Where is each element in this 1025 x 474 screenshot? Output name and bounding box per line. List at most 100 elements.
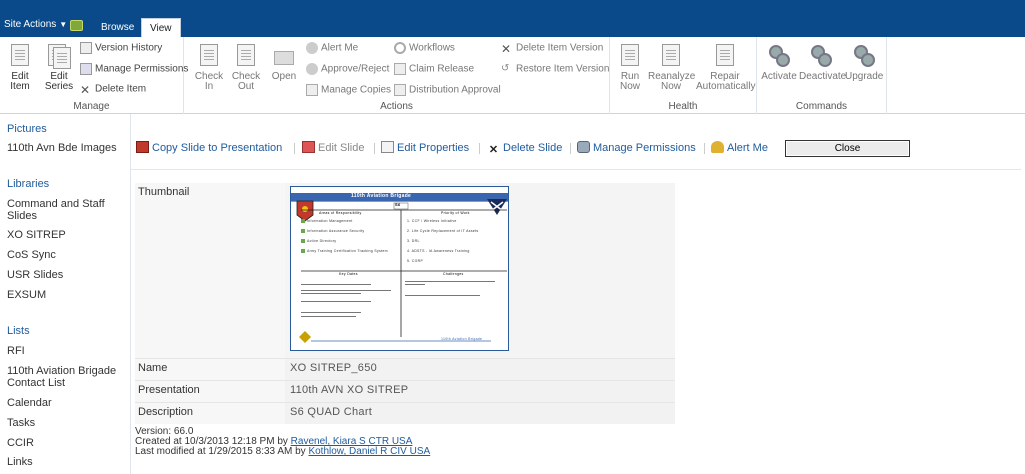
site-actions-label: Site Actions [4, 19, 57, 30]
nav-item-contact-list[interactable]: 110th Aviation Brigade Contact List [7, 365, 129, 389]
chevron-down-icon: ▼ [59, 20, 68, 29]
nav-item-calendar[interactable]: Calendar [7, 397, 129, 409]
run-now-button[interactable]: Run Now [616, 43, 644, 92]
thumbnail-label: Thumbnail [135, 183, 285, 358]
edit-properties-button[interactable]: Edit Properties [381, 140, 469, 156]
nav-item-cos-sync[interactable]: CoS Sync [7, 249, 129, 261]
copy-slide-label: Copy Slide to Presentation [152, 142, 283, 154]
deactivate-gear-icon [809, 43, 833, 69]
nav-item-ccir[interactable]: CCIR [7, 437, 129, 449]
delete-slide-button[interactable]: ✕ Delete Slide [487, 140, 562, 156]
repair-label-2: Automatically [696, 81, 756, 92]
site-actions-menu[interactable]: Site Actions ▼ [4, 19, 67, 30]
navigate-up-icon[interactable] [70, 20, 83, 31]
nav-item-usr-slides[interactable]: USR Slides [7, 269, 129, 281]
reanalyze-now-label-2: Now [660, 81, 681, 92]
quick-launch: Pictures 110th Avn Bde Images Libraries … [0, 114, 130, 474]
alert-me-button[interactable]: Alert Me [711, 140, 768, 156]
name-label: Name [135, 359, 285, 380]
slide-footer: 110th Aviation Brigade [441, 337, 483, 341]
restore-icon: ↺ [501, 63, 510, 74]
deactivate-button[interactable]: Deactivate [799, 43, 846, 82]
nav-item-links[interactable]: Links [7, 456, 129, 468]
description-row: Description S6 QUAD Chart [135, 402, 675, 424]
delete-item-version-button[interactable]: ✕ Delete Item Version [501, 42, 603, 56]
check-in-button[interactable]: Check In [194, 43, 224, 92]
toolbar-divider [704, 143, 705, 154]
bell-icon [306, 42, 318, 54]
nav-heading-lists[interactable]: Lists [7, 325, 30, 337]
approve-reject-button[interactable]: Approve/Reject [306, 63, 389, 75]
claim-release-button[interactable]: Claim Release [394, 63, 474, 75]
activate-button[interactable]: Activate [761, 43, 797, 82]
modified-text: Last modified at 1/29/2015 8:33 AM by [135, 446, 306, 457]
nav-item-command-staff-slides[interactable]: Command and Staff Slides [7, 198, 129, 222]
manage-permissions-toolbar-button[interactable]: Manage Permissions [577, 140, 696, 156]
tab-view[interactable]: View [141, 18, 181, 37]
manage-permissions-button[interactable]: Manage Permissions [80, 63, 188, 75]
description-label: Description [135, 403, 285, 424]
restore-item-version-button[interactable]: ↺ Restore Item Version [501, 63, 609, 75]
nav-item-rfi[interactable]: RFI [7, 345, 129, 357]
copy-slide-icon [136, 141, 149, 153]
slide-q1-item: Active Directory [307, 239, 337, 243]
check-out-icon [234, 43, 258, 69]
group-label-manage: Manage [73, 101, 110, 112]
toolbar-divider [374, 143, 375, 154]
main-content: Copy Slide to Presentation Edit Slide Ed… [130, 114, 1025, 474]
nav-heading-libraries[interactable]: Libraries [7, 178, 49, 190]
version-history-button[interactable]: Version History [80, 42, 162, 54]
delete-version-icon: ✕ [501, 42, 512, 56]
version-info: Version: 66.0 Created at 10/3/2013 12:18… [135, 427, 430, 457]
nav-heading-pictures[interactable]: Pictures [7, 123, 47, 135]
close-button[interactable]: Close [785, 140, 910, 157]
edit-series-icon [47, 43, 71, 69]
edit-item-button[interactable]: Edit Item [5, 43, 35, 92]
alert-me-ribbon-button[interactable]: Alert Me [306, 42, 358, 54]
workflows-button[interactable]: Workflows [394, 42, 455, 54]
modified-by-link[interactable]: Kothlow, Daniel R CIV USA [308, 446, 430, 457]
ribbon-group-manage: Edit Item Edit Series Version History Ma… [0, 37, 188, 114]
open-button[interactable]: Open [269, 43, 299, 82]
name-row: Name XO SITREP_650 [135, 358, 675, 380]
slide-q2-item: 3. DRL [407, 239, 420, 243]
group-label-actions: Actions [380, 101, 413, 112]
presentation-row: Presentation 110th AVN XO SITREP [135, 380, 675, 402]
distribution-approval-button[interactable]: Distribution Approval [394, 84, 501, 96]
alert-me-ribbon-label: Alert Me [321, 42, 359, 54]
check-out-button[interactable]: Check Out [231, 43, 261, 92]
nav-item-avn-bde-images[interactable]: 110th Avn Bde Images [7, 142, 129, 154]
copies-icon [306, 84, 318, 96]
slide-q1-title: Areas of Responsibility [319, 211, 362, 215]
manage-copies-label: Manage Copies [321, 84, 392, 96]
edit-slide-label: Edit Slide [318, 142, 365, 154]
group-label-commands: Commands [795, 101, 848, 112]
nav-item-xo-sitrep[interactable]: XO SITREP [7, 229, 129, 241]
copy-slide-button[interactable]: Copy Slide to Presentation [136, 140, 282, 156]
reanalyze-now-button[interactable]: Reanalyze Now [648, 43, 695, 92]
delete-item-button[interactable]: ✕ Delete Item [80, 83, 146, 97]
edit-series-button[interactable]: Edit Series [42, 43, 76, 92]
delete-slide-label: Delete Slide [503, 142, 563, 154]
slide-thumbnail[interactable]: 110th Aviation Brigade S6 Areas of Respo… [290, 186, 509, 351]
slide-title: 110th Aviation Brigade [351, 193, 412, 199]
delete-x-icon: ✕ [488, 144, 499, 156]
description-value: S6 QUAD Chart [285, 403, 675, 424]
slide-q4-title: Challenges [443, 272, 464, 276]
manage-copies-button[interactable]: Manage Copies [306, 84, 391, 96]
nav-item-exsum[interactable]: EXSUM [7, 289, 129, 301]
upgrade-button[interactable]: Upgrade [845, 43, 883, 82]
upgrade-label: Upgrade [845, 71, 884, 82]
nav-item-tasks[interactable]: Tasks [7, 417, 129, 429]
tab-browse[interactable]: Browse [93, 18, 142, 37]
toolbar-divider [294, 143, 295, 154]
approve-reject-label: Approve/Reject [321, 63, 390, 75]
run-now-label-2: Now [619, 81, 640, 92]
slide-section: S6 [395, 202, 401, 207]
check-in-label-2: In [204, 81, 214, 92]
slide-q1-item: Information Assurance Security [307, 229, 365, 233]
repair-automatically-button[interactable]: Repair Automatically [696, 43, 756, 92]
edit-slide-icon [302, 141, 315, 153]
delete-icon: ✕ [80, 83, 91, 97]
edit-slide-button[interactable]: Edit Slide [302, 140, 364, 156]
